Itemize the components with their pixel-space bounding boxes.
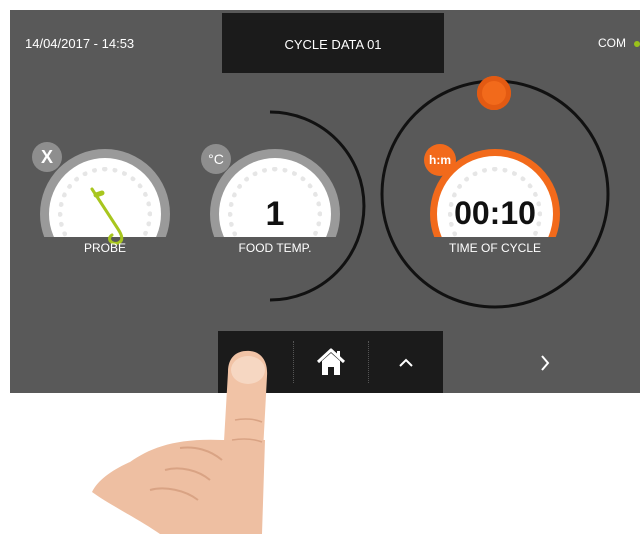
celsius-badge: °C (201, 144, 231, 174)
time-of-cycle-label: TIME OF CYCLE (448, 241, 541, 255)
cycle-title-box: CYCLE DATA 01 (222, 13, 444, 73)
hm-badge: h:m (424, 144, 456, 176)
home-icon (316, 348, 345, 375)
cycle-title: CYCLE DATA 01 (284, 37, 382, 52)
com-status-label: COM (598, 36, 626, 50)
back-icon (251, 355, 260, 369)
probe-label: PROBE (83, 241, 126, 255)
control-panel-screen: 14/04/2017 - 14:53 CYCLE DATA 01 COM PRO… (10, 10, 640, 393)
chevron-right-icon (541, 355, 550, 371)
com-status-led (634, 41, 640, 47)
next-page-button[interactable] (530, 343, 560, 383)
bottom-nav-bar (218, 331, 443, 393)
date-time: 14/04/2017 - 14:53 (25, 36, 135, 51)
probe-close-badge[interactable]: X (32, 142, 62, 172)
back-button[interactable] (218, 331, 293, 393)
chevron-up-icon (398, 358, 413, 367)
food-temp-label: FOOD TEMP. (238, 241, 312, 255)
home-button[interactable] (293, 331, 368, 393)
time-slider-knob[interactable] (477, 76, 511, 110)
scroll-up-button[interactable] (368, 331, 443, 393)
time-of-cycle-value: 00:10 (454, 195, 536, 231)
food-temp-value: 1 (265, 195, 285, 233)
